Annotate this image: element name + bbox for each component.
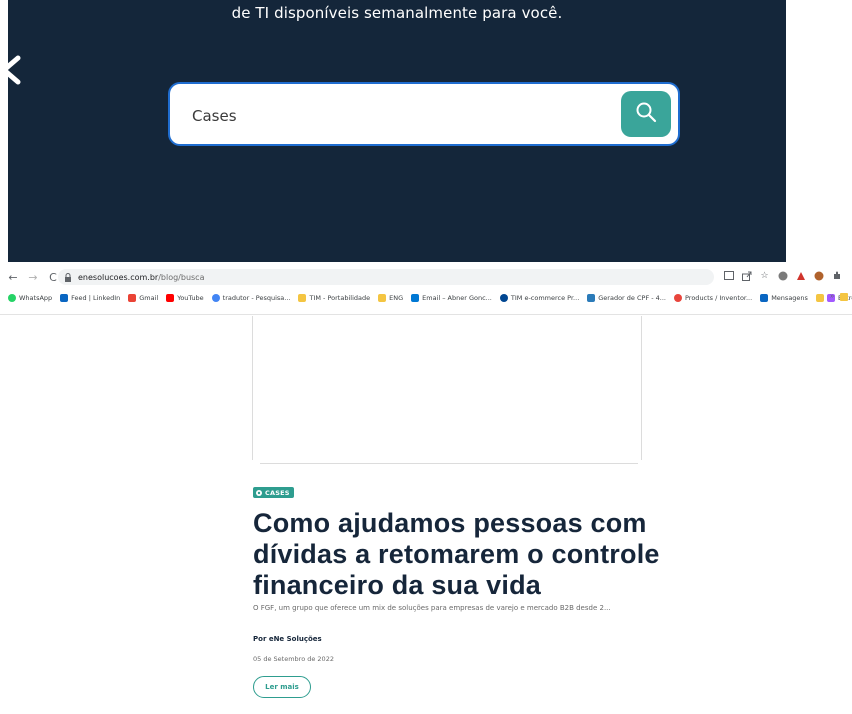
hero-section: de TI disponíveis semanalmente para você… bbox=[8, 0, 786, 262]
bookmarks-more-button[interactable]: » bbox=[830, 293, 834, 300]
address-bar[interactable]: enesolucoes.com.br/blog/busca bbox=[58, 269, 714, 285]
extensions-puzzle-icon[interactable] bbox=[831, 270, 842, 281]
article-author: Por eNe Soluções bbox=[253, 635, 322, 643]
forward-arrow-icon[interactable]: → bbox=[26, 270, 40, 284]
bookmark-google-icon bbox=[211, 294, 220, 302]
bookmark-item[interactable]: TIM e-commerce Pr... bbox=[499, 294, 579, 302]
bookmark-item[interactable]: TIM - Portabilidade bbox=[298, 294, 370, 302]
bookmark-linkedin-icon bbox=[60, 294, 69, 302]
hero-subtitle: de TI disponíveis semanalmente para você… bbox=[231, 4, 563, 22]
bookmark-figma-icon bbox=[815, 294, 824, 302]
bookmark-item[interactable]: Email – Abner Gonc... bbox=[411, 294, 492, 302]
url-path: /blog/busca bbox=[158, 272, 205, 282]
bookmark-folder-icon bbox=[378, 294, 387, 302]
bookmark-item[interactable]: Mensagens bbox=[760, 294, 808, 302]
bookmark-messages-icon bbox=[760, 294, 769, 302]
bookmark-item[interactable]: Gmail bbox=[128, 294, 158, 302]
bookmark-item[interactable]: Feed | LinkedIn bbox=[60, 294, 120, 302]
search-icon bbox=[635, 101, 657, 128]
search-input[interactable] bbox=[190, 102, 614, 130]
tag-icon bbox=[256, 489, 262, 496]
bookmark-outlook-icon bbox=[411, 294, 420, 302]
search-button[interactable] bbox=[621, 91, 671, 137]
bookmark-item[interactable]: WhatsApp bbox=[8, 294, 52, 302]
article-date: 05 de Setembro de 2022 bbox=[253, 655, 334, 663]
extension-acrobat-icon[interactable] bbox=[795, 270, 806, 281]
url-domain: enesolucoes.com.br bbox=[78, 272, 159, 282]
bookmark-folder-icon bbox=[298, 294, 307, 302]
bookmark-whatsapp-icon bbox=[8, 294, 16, 302]
bookmarks-bar: WhatsApp Feed | LinkedIn Gmail YouTube t… bbox=[0, 289, 852, 307]
extension-grey-icon[interactable] bbox=[777, 270, 788, 281]
extension-cookie-icon[interactable] bbox=[813, 270, 824, 281]
read-more-button[interactable]: Ler mais bbox=[253, 676, 311, 698]
browser-chrome: ← → C enesolucoes.com.br/blog/busca ☆ Wh… bbox=[0, 266, 852, 315]
bookmark-item[interactable]: Products / Inventor... bbox=[674, 294, 752, 302]
article-title[interactable]: Como ajudamos pessoas com dívidas a reto… bbox=[253, 508, 673, 601]
article-image-placeholder bbox=[252, 316, 642, 460]
bookmark-gmail-icon bbox=[128, 294, 137, 302]
bookmark-item[interactable]: YouTube bbox=[166, 294, 204, 302]
bookmark-generator-icon bbox=[587, 294, 596, 302]
article-excerpt: O FGF, um grupo que oferece um mix de so… bbox=[253, 604, 611, 612]
category-badge[interactable]: CASES bbox=[253, 487, 294, 498]
bookmark-item[interactable]: Gerador de CPF - 4... bbox=[587, 294, 666, 302]
bookmark-tim-icon bbox=[499, 294, 508, 302]
category-label: CASES bbox=[265, 488, 290, 497]
browser-nav-row: ← → C enesolucoes.com.br/blog/busca ☆ bbox=[0, 266, 852, 288]
chevron-left-icon[interactable] bbox=[8, 52, 28, 88]
search-box bbox=[168, 82, 680, 146]
share-icon[interactable] bbox=[741, 270, 752, 281]
bookmark-products-icon bbox=[674, 294, 682, 302]
card-divider bbox=[260, 463, 638, 464]
bookmark-youtube-icon bbox=[166, 294, 175, 302]
other-bookmarks-folder-icon[interactable] bbox=[840, 293, 848, 301]
back-arrow-icon[interactable]: ← bbox=[6, 270, 20, 284]
lock-icon bbox=[64, 272, 74, 282]
bookmark-item[interactable]: ENG bbox=[378, 294, 403, 302]
star-icon[interactable]: ☆ bbox=[759, 270, 770, 281]
screenshot-icon[interactable] bbox=[723, 270, 734, 281]
bookmark-item[interactable]: tradutor - Pesquisa... bbox=[211, 294, 290, 302]
